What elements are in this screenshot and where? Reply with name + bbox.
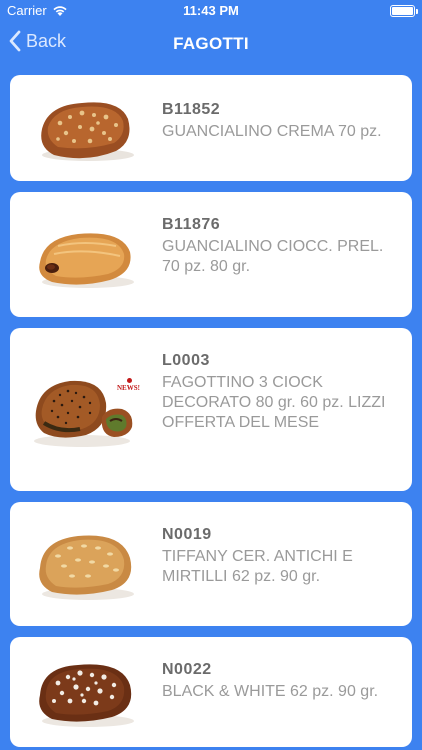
product-code: N0019 <box>162 526 212 543</box>
product-description: BLACK & WHITE 62 pz. 90 gr. <box>162 683 379 700</box>
product-text: L0003 FAGOTTINO 3 CIOCK DECORATO 80 gr. … <box>162 351 402 433</box>
product-image <box>30 524 142 604</box>
product-card[interactable]: NEWS! L0003 FAGOTTINO 3 CIOCK DECORATO 8… <box>10 328 412 491</box>
status-time: 11:43 PM <box>183 3 239 18</box>
product-code: N0022 <box>162 661 212 678</box>
news-badge: NEWS! <box>117 378 140 392</box>
product-text: N0019 TIFFANY CER. ANTICHI E MIRTILLI 62… <box>162 525 402 587</box>
product-card[interactable]: B11876 GUANCIALINO CIOCC. PREL. 70 pz. 8… <box>10 192 412 317</box>
product-code: B11876 <box>162 216 221 233</box>
product-image <box>30 89 142 167</box>
product-card[interactable]: B11852 GUANCIALINO CREMA 70 pz. <box>10 75 412 181</box>
product-text: N0022 BLACK & WHITE 62 pz. 90 gr. <box>162 660 402 702</box>
navigation-bar: Back FAGOTTI <box>0 22 422 66</box>
product-text: B11876 GUANCIALINO CIOCC. PREL. 70 pz. 8… <box>162 215 402 277</box>
product-text: B11852 GUANCIALINO CREMA 70 pz. <box>162 100 402 142</box>
product-description: GUANCIALINO CIOCC. PREL. 70 pz. 80 gr. <box>162 238 384 275</box>
product-code: L0003 <box>162 352 210 369</box>
product-code: B11852 <box>162 101 221 118</box>
product-card[interactable]: N0022 BLACK & WHITE 62 pz. 90 gr. <box>10 637 412 747</box>
product-image <box>30 655 142 731</box>
product-description: FAGOTTINO 3 CIOCK DECORATO 80 gr. 60 pz.… <box>162 374 386 431</box>
product-description: GUANCIALINO CREMA 70 pz. <box>162 123 382 140</box>
page-title: FAGOTTI <box>173 34 249 53</box>
product-description: TIFFANY CER. ANTICHI E MIRTILLI 62 pz. 9… <box>162 548 353 585</box>
news-badge-label: NEWS! <box>117 384 140 392</box>
battery-icon <box>390 5 418 17</box>
product-card[interactable]: N0019 TIFFANY CER. ANTICHI E MIRTILLI 62… <box>10 502 412 626</box>
product-image <box>30 216 142 294</box>
news-badge-dot <box>127 378 132 383</box>
status-bar: Carrier 11:43 PM <box>0 0 422 22</box>
